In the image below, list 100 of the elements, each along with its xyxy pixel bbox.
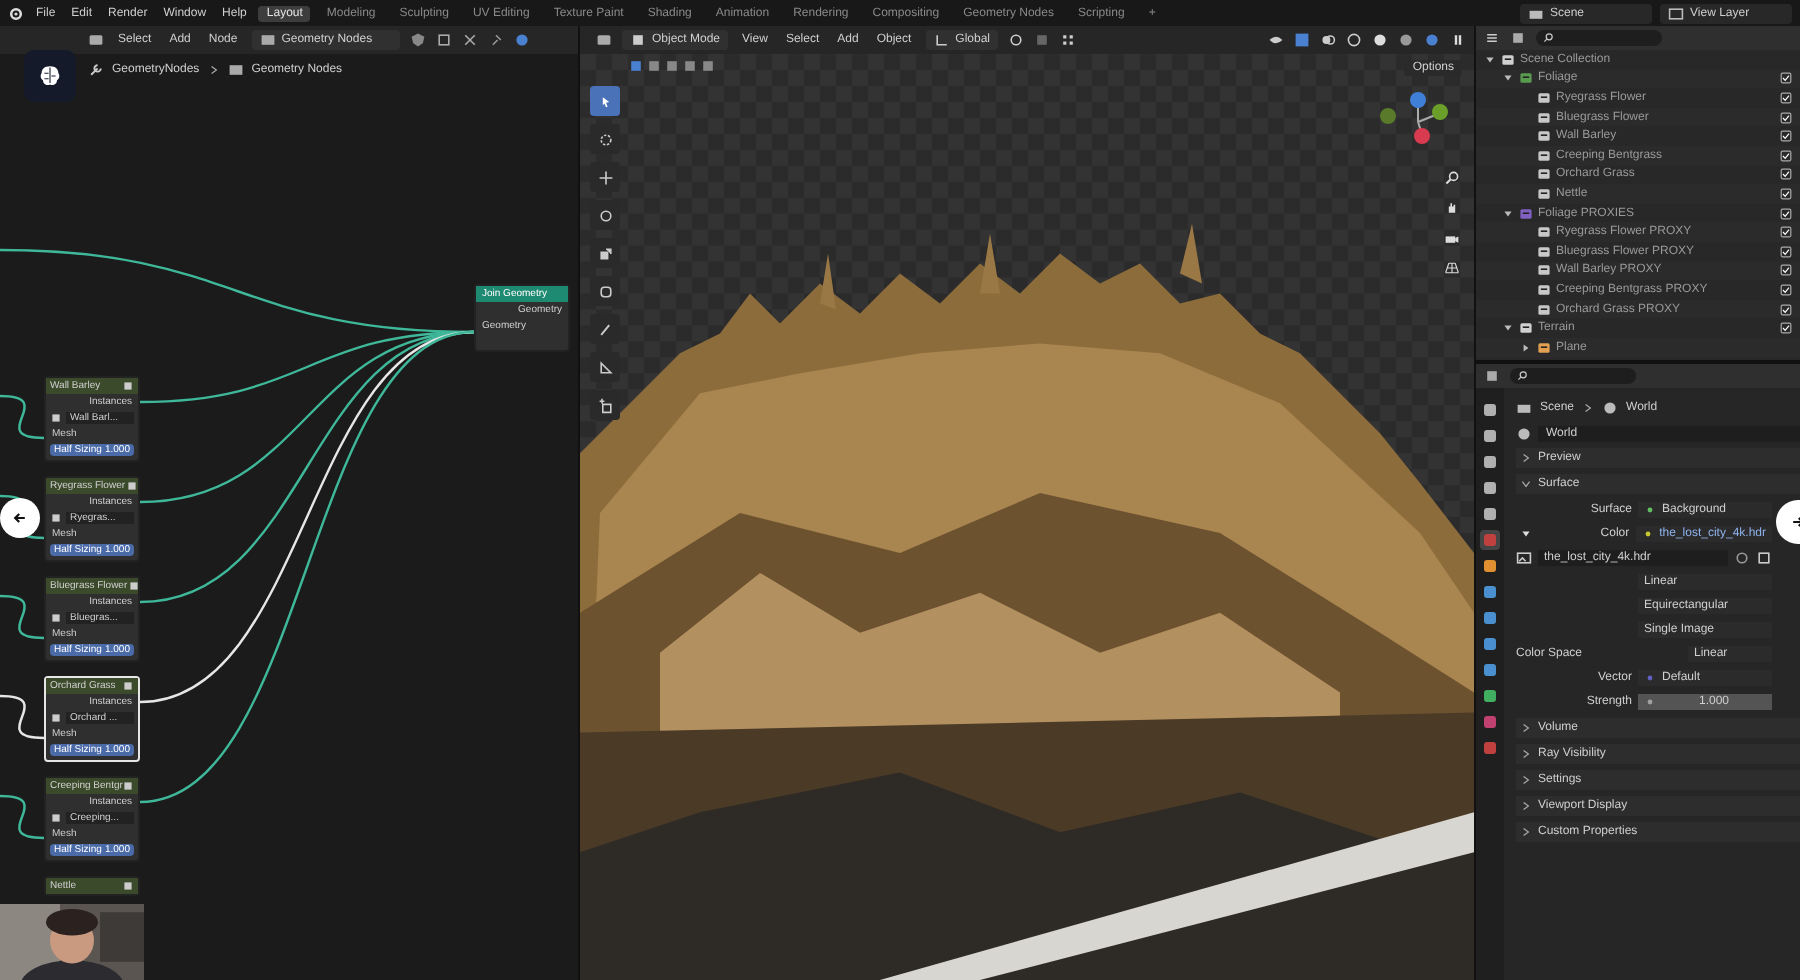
- node-icon: [122, 880, 134, 892]
- node-icon: [122, 380, 134, 392]
- globe-icon[interactable]: [1516, 426, 1532, 442]
- scene-icon: [1516, 400, 1532, 416]
- chevron-icon: [1520, 748, 1532, 760]
- checkbox[interactable]: [1780, 111, 1792, 124]
- annotate-tool-button[interactable]: [590, 314, 620, 344]
- properties-tab-icon[interactable]: [1480, 634, 1500, 654]
- snap-icon[interactable]: [1034, 32, 1050, 48]
- wireframe-shading-icon[interactable]: [1346, 32, 1362, 48]
- grid-icon[interactable]: [1444, 260, 1460, 276]
- caret-icon[interactable]: [1520, 528, 1532, 540]
- object-icon: [50, 712, 62, 724]
- annotate-icon: [597, 321, 613, 337]
- chevron-icon: [1520, 452, 1532, 464]
- properties-tab-icon[interactable]: [1480, 504, 1500, 524]
- properties-tab-icon[interactable]: [1480, 660, 1500, 680]
- hand-icon[interactable]: [1444, 200, 1460, 216]
- overlay-icon[interactable]: [1320, 32, 1336, 48]
- properties-tab-icon[interactable]: [1480, 712, 1500, 732]
- object-icon: [50, 412, 62, 424]
- properties-tab-icon[interactable]: [1480, 686, 1500, 706]
- gear-icon[interactable]: [8, 5, 24, 21]
- editor-type-icon[interactable]: [1484, 30, 1500, 46]
- properties-tab-icon[interactable]: [1480, 608, 1500, 628]
- properties-tab-icon[interactable]: [1480, 400, 1500, 420]
- checkbox[interactable]: [1780, 303, 1792, 316]
- editor-type-icon[interactable]: [88, 32, 104, 48]
- object-icon: [50, 812, 62, 824]
- editor-type-icon[interactable]: [596, 32, 612, 48]
- copy-icon[interactable]: [435, 32, 452, 48]
- rendered-shading-icon[interactable]: [1424, 32, 1440, 48]
- node-wire: [0, 494, 45, 540]
- select-tool-button[interactable]: [590, 86, 620, 116]
- globe-icon: [1602, 400, 1619, 416]
- checkbox[interactable]: [1780, 72, 1792, 85]
- cursor-icon: [597, 131, 613, 147]
- scene-icon: [1528, 5, 1544, 21]
- rotate-icon: [597, 207, 613, 223]
- grid-icon[interactable]: [1060, 32, 1076, 48]
- checkbox[interactable]: [1780, 91, 1792, 104]
- checkbox[interactable]: [1780, 207, 1792, 220]
- cube-icon: [630, 32, 646, 48]
- properties-tab-icon[interactable]: [1480, 452, 1500, 472]
- shield-icon[interactable]: [409, 32, 426, 48]
- transform-icon: [597, 283, 613, 299]
- disclosure-triangle-icon[interactable]: [1520, 341, 1532, 354]
- object-icon: [50, 512, 62, 524]
- transform-tool-button[interactable]: [590, 276, 620, 306]
- pin-icon[interactable]: [487, 32, 504, 48]
- select-icon: [597, 93, 613, 109]
- checkbox[interactable]: [1780, 322, 1792, 335]
- add-tool-button[interactable]: [590, 390, 620, 420]
- overlay-icon[interactable]: [513, 32, 530, 48]
- wrench-icon: [88, 62, 104, 78]
- properties-tab-icon[interactable]: [1480, 556, 1500, 576]
- image-icon[interactable]: [1516, 550, 1532, 566]
- chevron-icon: [1520, 800, 1532, 812]
- gizmo-toggle-icon[interactable]: [1294, 32, 1310, 48]
- properties-tab-icon[interactable]: [1480, 738, 1500, 758]
- zoom-icon[interactable]: [1444, 170, 1460, 186]
- shield-icon[interactable]: [1734, 550, 1750, 566]
- scale-tool-button[interactable]: [590, 238, 620, 268]
- node-icon: [127, 580, 140, 592]
- close-icon[interactable]: [461, 32, 478, 48]
- pause-icon[interactable]: [1450, 32, 1466, 48]
- axes-icon: [933, 32, 950, 48]
- filter-icon[interactable]: [1510, 30, 1526, 46]
- visibility-icon[interactable]: [1268, 32, 1284, 48]
- disclosure-triangle-icon[interactable]: [1484, 53, 1496, 66]
- properties-tab-icon[interactable]: [1480, 426, 1500, 446]
- checkbox[interactable]: [1780, 264, 1792, 277]
- checkbox[interactable]: [1780, 187, 1792, 200]
- rotate-tool-button[interactable]: [590, 200, 620, 230]
- disclosure-triangle-icon[interactable]: [1502, 72, 1514, 85]
- solid-shading-icon[interactable]: [1372, 32, 1388, 48]
- checkbox[interactable]: [1780, 226, 1792, 239]
- checkbox[interactable]: [1780, 149, 1792, 162]
- properties-tab-icon[interactable]: [1480, 478, 1500, 498]
- material-shading-icon[interactable]: [1398, 32, 1414, 48]
- checkbox[interactable]: [1780, 168, 1792, 181]
- properties-tab-icon[interactable]: [1480, 582, 1500, 602]
- node-wire: [0, 794, 45, 840]
- disclosure-triangle-icon[interactable]: [1502, 207, 1514, 220]
- disclosure-triangle-icon[interactable]: [1502, 322, 1514, 335]
- chevron-icon: [1582, 402, 1595, 414]
- copy-icon[interactable]: [1756, 550, 1772, 566]
- object-icon: [50, 612, 62, 624]
- checkbox[interactable]: [1780, 130, 1792, 143]
- search-field[interactable]: [1536, 30, 1662, 46]
- search-field[interactable]: [1510, 368, 1636, 384]
- pivot-icon[interactable]: [1008, 32, 1024, 48]
- chevron-icon: [1520, 826, 1532, 838]
- checkbox[interactable]: [1780, 283, 1792, 296]
- editor-type-icon[interactable]: [1484, 368, 1500, 384]
- chevron-icon: [207, 64, 220, 76]
- checkbox[interactable]: [1780, 245, 1792, 258]
- layer-icon: [1668, 5, 1684, 21]
- camera-icon[interactable]: [1444, 230, 1460, 246]
- previous-button[interactable]: [0, 498, 40, 538]
